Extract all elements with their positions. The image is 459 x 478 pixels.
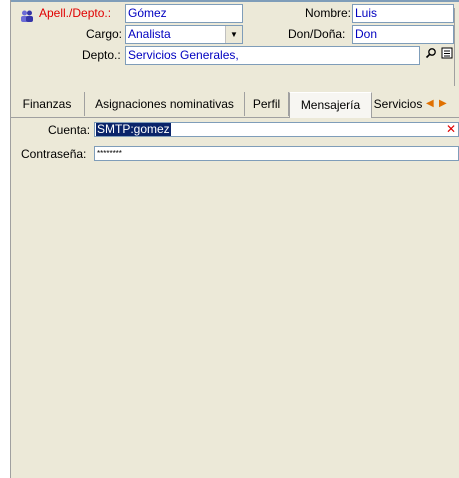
- apell-label: Apell./Depto.:: [39, 6, 112, 20]
- don-label: Don/Doña:: [288, 27, 346, 41]
- tab-strip: Finanzas Asignaciones nominativas Perfil…: [10, 92, 459, 118]
- clear-icon[interactable]: ✕: [446, 122, 456, 137]
- scroll-left-icon[interactable]: ◀: [426, 98, 436, 110]
- depto-label: Depto.:: [82, 48, 121, 62]
- messaging-content: [11, 118, 459, 478]
- tab-mensajeria[interactable]: Mensajería: [289, 92, 372, 118]
- nombre-field[interactable]: Luis: [352, 4, 454, 23]
- nombre-label: Nombre:: [305, 6, 352, 20]
- cargo-combo[interactable]: Analista ▼: [125, 25, 243, 44]
- cuenta-label: Cuenta:: [48, 123, 91, 137]
- tab-servicios[interactable]: Servicios: [372, 92, 424, 116]
- vertical-divider: [454, 8, 455, 86]
- tab-perfil[interactable]: Perfil: [245, 92, 289, 116]
- magnifier-icon[interactable]: [424, 47, 438, 63]
- chevron-down-icon[interactable]: ▼: [225, 26, 242, 43]
- tab-asignaciones[interactable]: Asignaciones nominativas: [85, 92, 245, 116]
- don-field[interactable]: Don: [352, 25, 454, 44]
- apell-field[interactable]: Gómez: [125, 4, 243, 23]
- password-field[interactable]: ********: [94, 146, 459, 161]
- tab-finanzas[interactable]: Finanzas: [10, 92, 85, 116]
- depto-field[interactable]: Servicios Generales,: [125, 46, 420, 65]
- detail-icon[interactable]: [440, 47, 454, 63]
- user-group-icon[interactable]: [20, 9, 34, 23]
- password-label: Contraseña:: [21, 147, 87, 161]
- cuenta-field[interactable]: SMTP:gomez ✕: [94, 122, 459, 137]
- top-border: [10, 0, 459, 2]
- cuenta-value: SMTP:gomez: [96, 122, 171, 136]
- cargo-value: Analista: [128, 27, 171, 41]
- scroll-right-icon[interactable]: ▶: [439, 98, 449, 110]
- cargo-label: Cargo:: [86, 27, 123, 41]
